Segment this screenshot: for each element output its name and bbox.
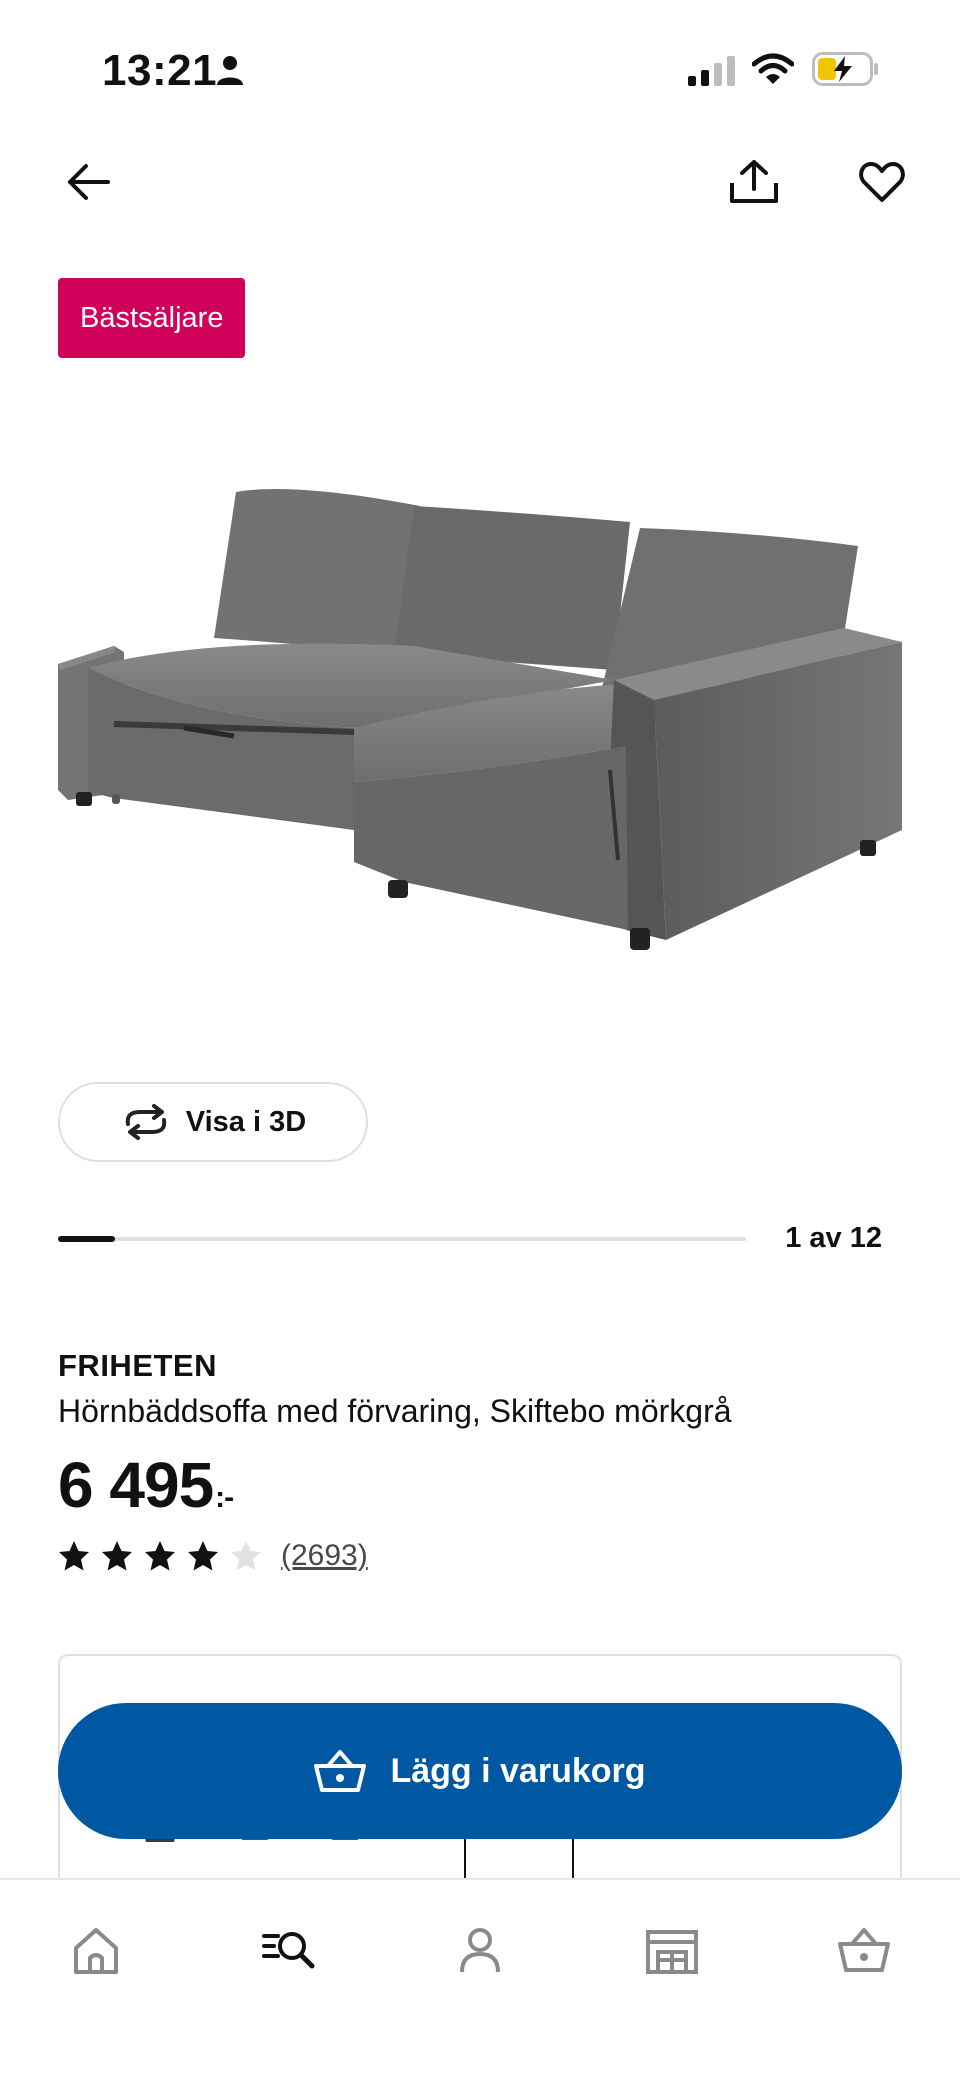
share-icon: [730, 160, 778, 203]
gallery-progress-fill: [58, 1236, 116, 1242]
tab-search[interactable]: [248, 1910, 328, 1990]
status-time: 13:21: [102, 46, 218, 95]
view-3d-button[interactable]: Visa i 3D: [58, 1082, 368, 1162]
person-icon: [460, 1928, 500, 1973]
basket-icon: [838, 1928, 890, 1972]
view-3d-label: Visa i 3D: [185, 1105, 307, 1138]
basket-icon: [314, 1750, 367, 1792]
add-to-cart-button[interactable]: Lägg i varukorg: [58, 1703, 902, 1839]
person-icon: [217, 56, 243, 85]
tab-store[interactable]: [632, 1910, 712, 1990]
back-arrow-icon: [68, 164, 110, 200]
favorite-button[interactable]: [850, 150, 914, 214]
star-filled-icon: [59, 1541, 89, 1571]
store-icon: [646, 1930, 698, 1974]
rating-stars: [58, 1540, 273, 1572]
search-icon: [262, 1932, 315, 1969]
bottom-nav: [0, 1878, 960, 2081]
wifi-icon: [752, 53, 794, 84]
status-bar: 13:21: [0, 0, 960, 140]
star-filled-icon: [145, 1541, 175, 1571]
back-button[interactable]: [56, 150, 120, 214]
rotate-icon: [125, 1104, 167, 1140]
star-filled-icon: [102, 1541, 132, 1571]
product-name: FRIHETEN: [58, 1348, 217, 1383]
product-image[interactable]: [54, 470, 906, 990]
tab-profile[interactable]: [440, 1910, 520, 1990]
gallery-progress: [58, 1236, 746, 1242]
add-to-cart-label: Lägg i varukorg: [390, 1751, 646, 1790]
price-value: 6 495: [58, 1449, 214, 1521]
review-count-link[interactable]: (2693): [281, 1539, 368, 1573]
heart-icon: [859, 162, 905, 202]
product-description: Hörnbäddsoffa med förvaring, Skiftebo mö…: [58, 1393, 732, 1429]
share-button[interactable]: [722, 150, 786, 214]
bestseller-badge: Bästsäljare: [58, 278, 246, 358]
top-nav: [0, 150, 960, 220]
battery-charging-icon: [812, 52, 878, 86]
gallery-position: 1 av 12: [785, 1222, 882, 1254]
star-filled-icon: [188, 1541, 218, 1571]
tab-home[interactable]: [56, 1910, 136, 1990]
product-price: 6 495:-: [58, 1448, 234, 1522]
signal-icon: [688, 56, 735, 86]
product-rating[interactable]: (2693): [58, 1536, 368, 1576]
tab-cart[interactable]: [824, 1910, 904, 1990]
home-icon: [74, 1928, 118, 1974]
star-empty-icon: [231, 1541, 261, 1571]
price-suffix: :-: [215, 1481, 234, 1514]
